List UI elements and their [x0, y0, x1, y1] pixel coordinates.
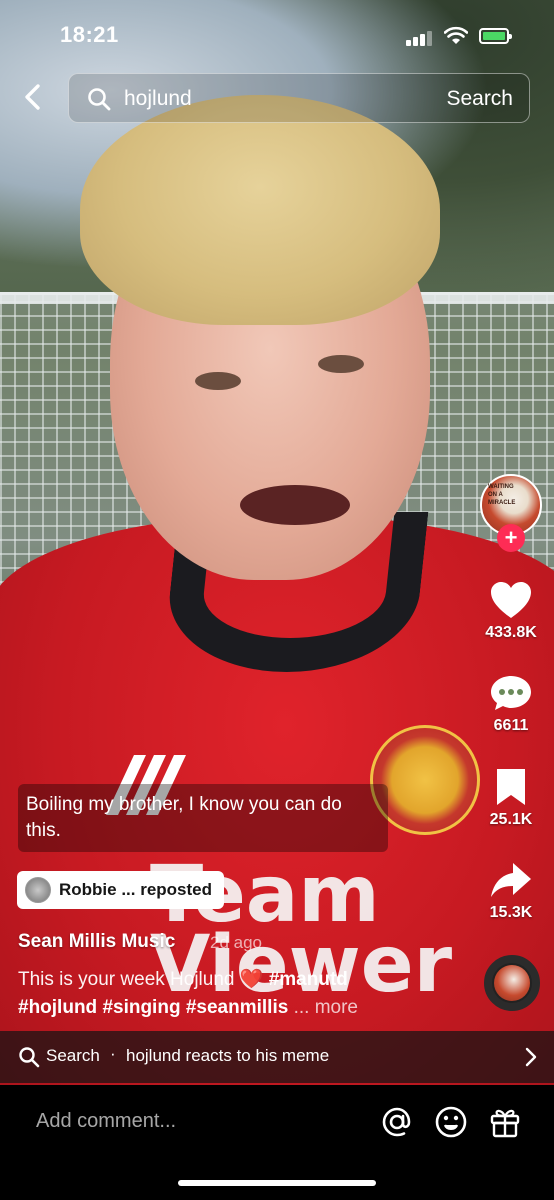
avatar-artwork-text: WAITING ON A MIRACLE	[488, 484, 516, 506]
search-icon	[19, 1047, 40, 1068]
hashtag-link[interactable]: #seanmillis	[186, 997, 288, 1018]
comment-count: 6611	[493, 717, 529, 734]
person-hair	[80, 95, 440, 325]
hashtag-link[interactable]: #hojlund	[18, 997, 97, 1018]
at-icon[interactable]	[380, 1105, 414, 1139]
post-age: 2d ago	[210, 933, 262, 952]
repost-label: Robbie ... reposted	[59, 880, 213, 899]
comment-icon	[491, 676, 531, 710]
heart-emoji: ❤️	[239, 969, 264, 990]
emoji-icon[interactable]	[434, 1105, 468, 1139]
post-description: This is your week Hojlund ❤️ #manutd #ho…	[18, 966, 458, 1021]
repost-chip[interactable]: Robbie ... reposted	[17, 871, 225, 909]
repost-avatar	[25, 877, 51, 903]
music-disc[interactable]	[484, 955, 540, 1011]
video-frame[interactable]: Team Viewer	[0, 0, 554, 1085]
status-bar: 18:21	[0, 22, 554, 56]
search-suggestion-bar[interactable]: Search · hojlund reacts to his meme	[0, 1031, 554, 1083]
description-text: This is your week Hojlund	[18, 969, 235, 990]
status-time: 18:21	[60, 22, 119, 47]
back-icon[interactable]	[16, 80, 50, 114]
person-eye-right	[318, 355, 364, 373]
suggestion-label: Search	[46, 1046, 100, 1065]
battery-icon	[479, 28, 512, 44]
comment-button[interactable]: 6611	[476, 673, 546, 735]
like-count: 433.8K	[485, 624, 537, 641]
wifi-icon	[444, 26, 468, 44]
home-indicator[interactable]	[178, 1180, 376, 1186]
comment-input[interactable]: Add comment...	[36, 1110, 176, 1133]
share-button[interactable]: 15.3K	[476, 860, 546, 922]
suggestion-separator: ·	[110, 1044, 116, 1063]
author-name[interactable]: Sean Millis Music	[18, 931, 175, 953]
person-eye-left	[195, 372, 241, 390]
more-link[interactable]: ... more	[294, 997, 358, 1018]
search-query[interactable]: hojlund	[124, 87, 192, 111]
search-button[interactable]: Search	[446, 87, 513, 111]
video-caption: Boiling my brother, I know you can do th…	[18, 784, 388, 853]
hashtag-link[interactable]: #singing	[102, 997, 180, 1018]
save-count: 25.1K	[489, 811, 533, 828]
search-icon	[88, 88, 111, 111]
heart-icon	[491, 582, 531, 618]
person-mouth	[240, 485, 350, 525]
suggestion-text: hojlund reacts to his meme	[126, 1046, 330, 1065]
bookmark-icon	[497, 769, 525, 805]
share-icon	[491, 863, 531, 897]
signal-icon	[406, 30, 432, 46]
save-button[interactable]: 25.1K	[476, 767, 546, 829]
hashtag-link[interactable]: #manutd	[269, 969, 348, 990]
chevron-right-icon	[525, 1047, 537, 1067]
search-bar[interactable]: hojlund Search	[68, 73, 530, 123]
share-count: 15.3K	[489, 904, 533, 921]
gift-icon[interactable]	[488, 1105, 522, 1139]
like-button[interactable]: 433.8K	[476, 580, 546, 642]
follow-button[interactable]: +	[497, 524, 525, 552]
